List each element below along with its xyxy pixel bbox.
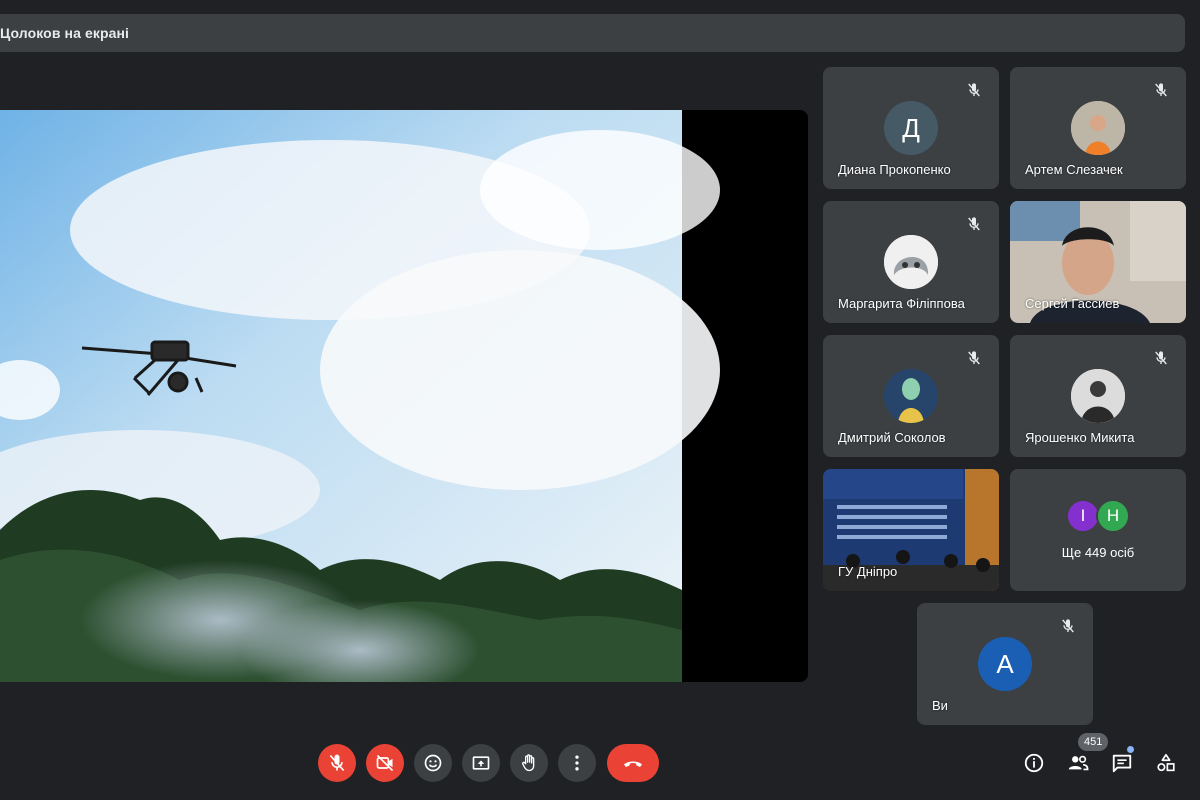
participant-tile[interactable]: Артем Слезачек bbox=[1010, 67, 1186, 189]
chat-icon bbox=[1112, 754, 1132, 773]
more-options-button[interactable] bbox=[558, 744, 596, 782]
participant-name: Дмитрий Соколов bbox=[838, 430, 946, 445]
participant-tile[interactable]: Дмитрий Соколов bbox=[823, 335, 999, 457]
present-icon bbox=[472, 756, 490, 770]
leave-call-button[interactable] bbox=[607, 744, 659, 782]
avatar bbox=[1071, 101, 1125, 155]
participant-name: Сергей Гассиев bbox=[1025, 296, 1120, 311]
participant-name: Артем Слезачек bbox=[1025, 162, 1123, 177]
more-participants-tile[interactable]: І Н Ще 449 осіб bbox=[1010, 469, 1186, 591]
avatar: Д bbox=[884, 101, 938, 155]
mic-off-icon bbox=[329, 754, 345, 772]
shared-screen bbox=[0, 110, 808, 682]
participant-name: ГУ Дніпро bbox=[838, 564, 898, 579]
shared-screen-video bbox=[0, 110, 720, 682]
participant-tile[interactable]: Маргарита Філіппова bbox=[823, 201, 999, 323]
participant-tile[interactable]: ГУ Дніпро bbox=[823, 469, 999, 591]
participants-button[interactable] bbox=[1065, 750, 1091, 776]
avatar bbox=[1071, 369, 1125, 423]
participant-tile[interactable]: Д Диана Прокопенко bbox=[823, 67, 999, 189]
participant-tile[interactable]: Сергей Гассиев bbox=[1010, 201, 1186, 323]
people-icon bbox=[1068, 755, 1089, 771]
avatar-initial: Д bbox=[902, 112, 920, 143]
participant-name: Ярошенко Микита bbox=[1025, 430, 1135, 445]
avatar: І bbox=[1066, 499, 1100, 533]
mic-off-icon bbox=[1057, 615, 1079, 637]
chat-button[interactable] bbox=[1109, 750, 1135, 776]
raise-hand-button[interactable] bbox=[510, 744, 548, 782]
camera-toggle-button[interactable] bbox=[366, 744, 404, 782]
more-participants-label: Ще 449 осіб bbox=[1061, 545, 1135, 560]
mic-off-icon bbox=[963, 347, 985, 369]
avatar bbox=[884, 369, 938, 423]
avatar: А bbox=[978, 637, 1032, 691]
mic-off-icon bbox=[963, 79, 985, 101]
avatar-initial: І bbox=[1080, 506, 1086, 525]
participant-name: Ви bbox=[932, 698, 948, 713]
participant-name: Диана Прокопенко bbox=[838, 162, 951, 177]
avatar: Н bbox=[1096, 499, 1130, 533]
hangup-icon bbox=[624, 761, 642, 767]
participant-tile[interactable]: Ярошенко Микита bbox=[1010, 335, 1186, 457]
participants-count-badge: 451 bbox=[1078, 733, 1109, 751]
activities-icon bbox=[1157, 753, 1175, 772]
present-button[interactable] bbox=[462, 744, 500, 782]
mic-off-icon bbox=[963, 213, 985, 235]
mic-toggle-button[interactable] bbox=[318, 744, 356, 782]
camera-off-icon bbox=[376, 754, 394, 772]
presenter-bar: Цолоков на екрані bbox=[0, 14, 1185, 52]
more-icon bbox=[575, 755, 579, 771]
presenter-label: Цолоков на екрані bbox=[0, 25, 130, 41]
meeting-details-button[interactable] bbox=[1021, 750, 1047, 776]
avatar-initial: А bbox=[996, 648, 1014, 679]
avatar-initial: Н bbox=[1106, 506, 1120, 525]
reactions-button[interactable] bbox=[414, 744, 452, 782]
activities-button[interactable] bbox=[1153, 750, 1179, 776]
mic-off-icon bbox=[1150, 79, 1172, 101]
self-tile[interactable]: А Ви bbox=[917, 603, 1093, 725]
chat-unread-dot bbox=[1127, 746, 1134, 753]
raise-hand-icon bbox=[522, 754, 535, 772]
avatar bbox=[884, 235, 938, 289]
info-icon bbox=[1024, 753, 1044, 773]
more-avatars: І Н bbox=[1066, 499, 1130, 533]
emoji-icon bbox=[424, 754, 442, 772]
mic-off-icon bbox=[1150, 347, 1172, 369]
call-controls bbox=[0, 742, 1200, 786]
participant-name: Маргарита Філіппова bbox=[838, 296, 965, 311]
